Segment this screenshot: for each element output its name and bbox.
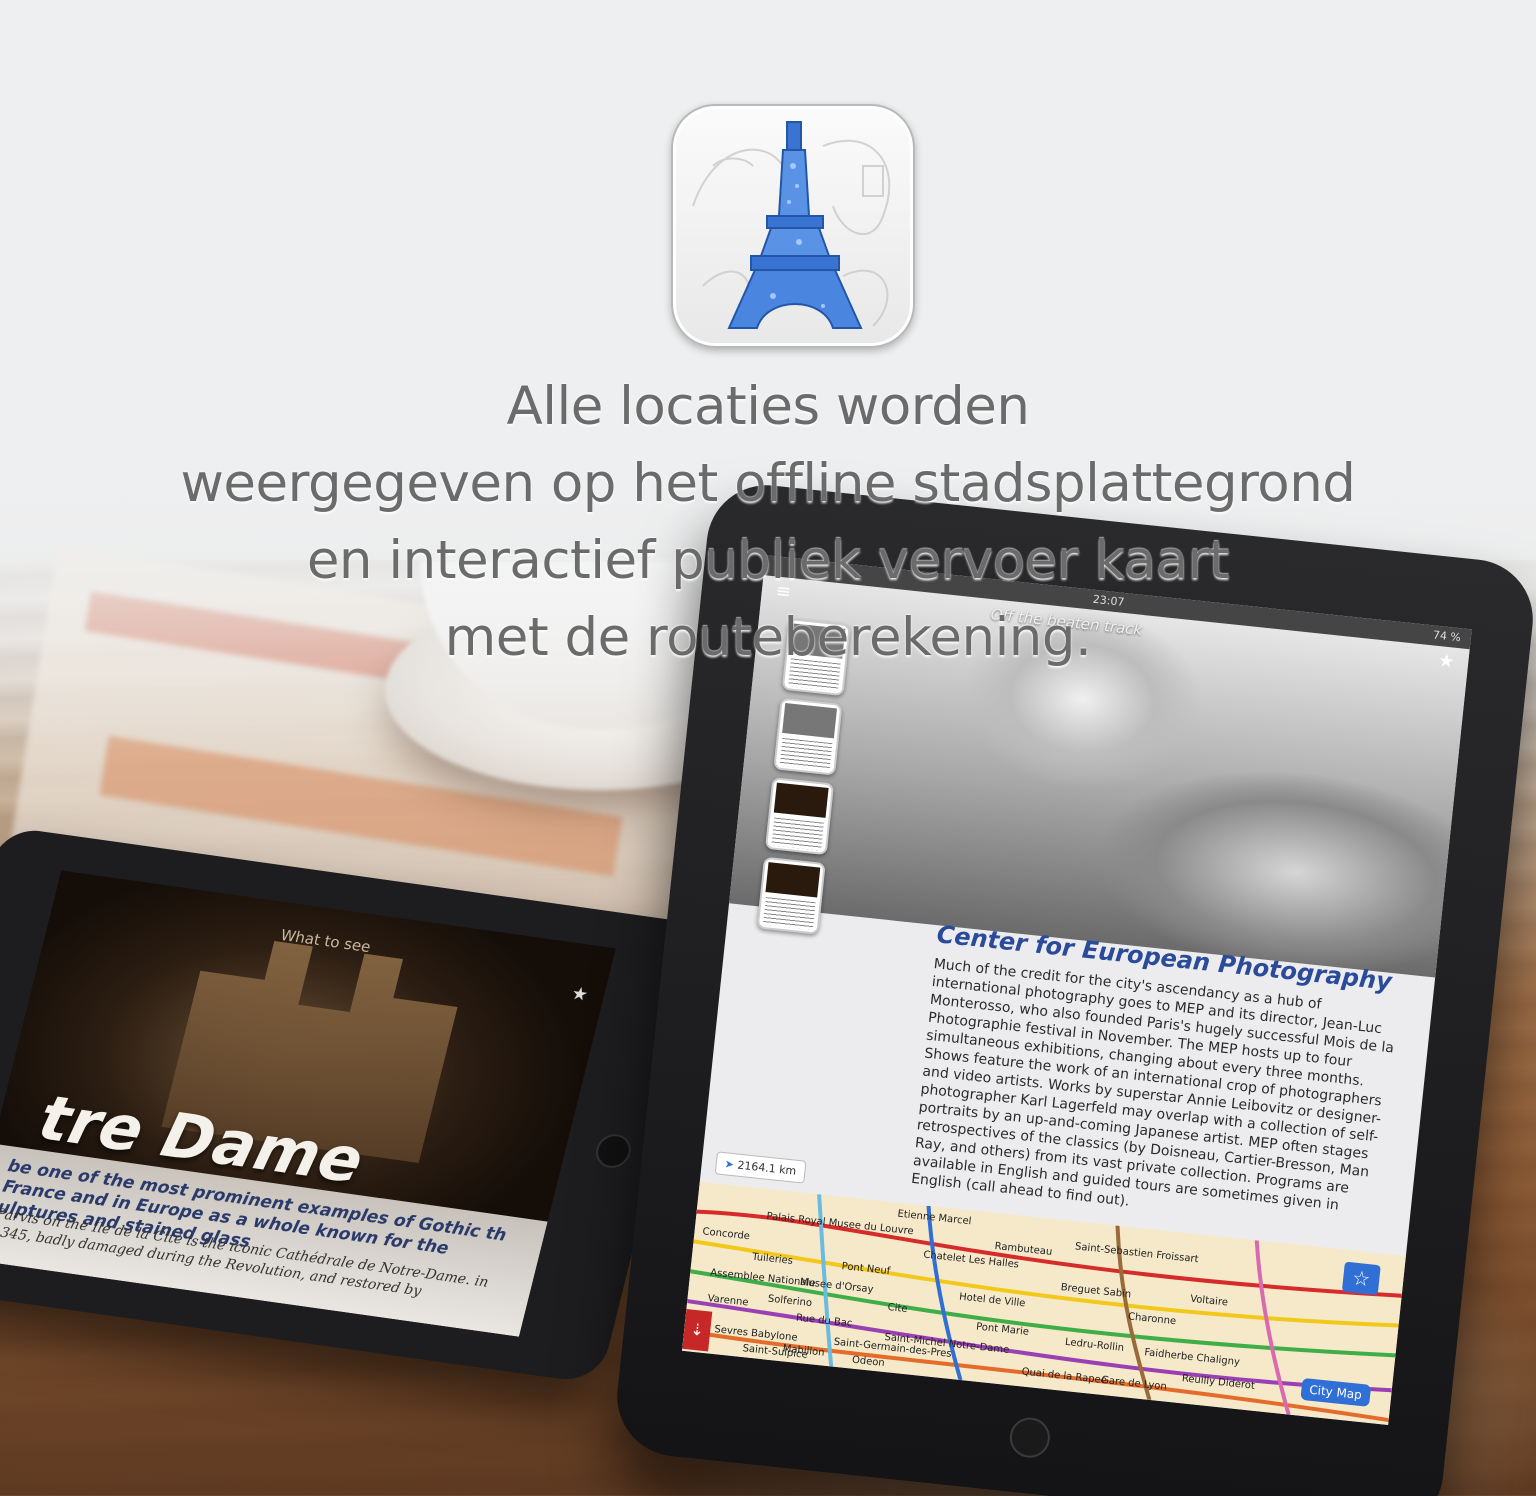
article-thumbnail[interactable] [764, 777, 835, 856]
star-icon[interactable]: ★ [569, 983, 590, 1006]
eiffel-tower-icon [692, 121, 891, 329]
headline-line: Alle locaties worden [506, 376, 1030, 437]
article-thumbnail[interactable] [756, 856, 826, 935]
thumbnail-image [782, 703, 838, 739]
home-button[interactable] [592, 1132, 635, 1171]
back-arrow-icon[interactable]: ⇣ [682, 1309, 713, 1352]
article-thumbnail[interactable] [773, 697, 843, 776]
headline: Alle locaties worden weergegeven op het … [0, 368, 1536, 676]
app-icon[interactable] [671, 104, 915, 348]
thumbnail-image [765, 862, 821, 898]
headline-line: en interactief publiek vervoer kaart [306, 530, 1230, 591]
right-tablet-screen: 23:07 74 % ≡ Off the beaten track ★ Cent… [682, 555, 1472, 1426]
thumbnail-image [773, 782, 829, 818]
headline-line: weergegeven op het offline stadsplattegr… [180, 453, 1356, 514]
article-body: Much of the credit for the city's ascend… [910, 956, 1395, 1214]
favorites-star-button[interactable]: ☆ [1341, 1261, 1381, 1296]
distance-badge[interactable]: ➤ 2164.1 km [714, 1151, 807, 1184]
distance-value: 2164.1 km [736, 1158, 797, 1178]
navigation-arrow-icon: ➤ [724, 1157, 735, 1172]
thumbnail-text [771, 817, 824, 851]
thumbnail-text [779, 737, 833, 772]
thumbnail-text [762, 897, 816, 931]
left-tablet-screen: What to see ★ tre Dame be one of the mos… [0, 870, 616, 1337]
home-button[interactable] [1007, 1415, 1052, 1460]
headline-line: met de routeberekening. [444, 607, 1092, 668]
map-station[interactable]: Cite [887, 1302, 908, 1315]
